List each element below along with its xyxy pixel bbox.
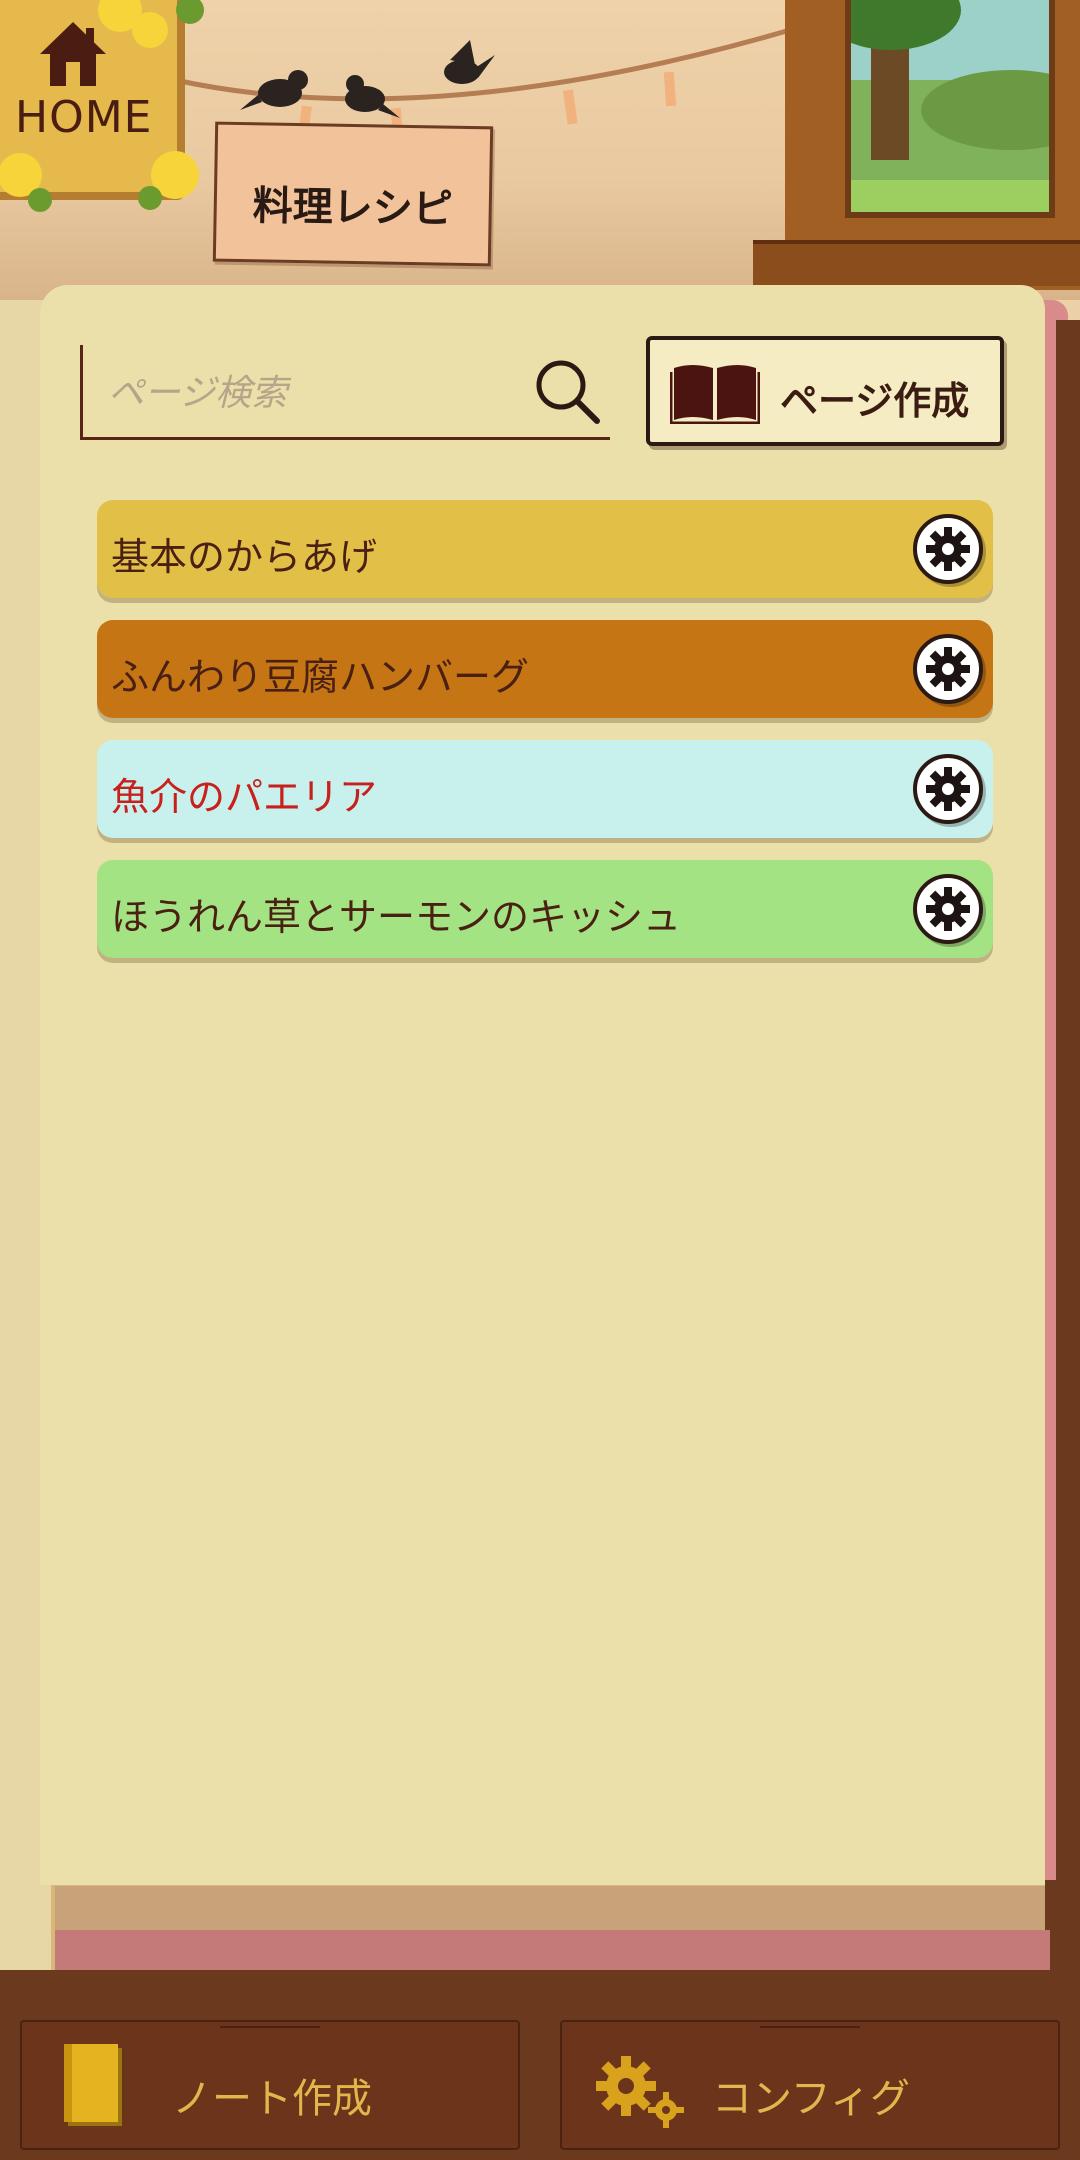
category-sign: 料理レシピ: [212, 121, 494, 267]
create-note-label: ノート作成: [172, 2076, 372, 2122]
list-item[interactable]: 魚介のパエリア: [97, 740, 993, 838]
gear-icon: [926, 767, 970, 811]
window-sill: [753, 240, 1080, 286]
config-button[interactable]: コンフィグ: [560, 2020, 1060, 2150]
config-label: コンフィグ: [712, 2076, 910, 2122]
bottom-bar: ノート作成 コンフィグ: [0, 2000, 1080, 2160]
header-scene: HOME 料理レシピ: [0, 0, 1080, 300]
settings-button[interactable]: [913, 874, 983, 944]
create-note-button[interactable]: ノート作成: [20, 2020, 520, 2150]
gear-icon: [926, 647, 970, 691]
open-book-icon: [670, 365, 760, 424]
search-icon[interactable]: [533, 357, 603, 427]
search-bar: [80, 345, 610, 440]
gear-icon: [926, 527, 970, 571]
list-item[interactable]: ふんわり豆腐ハンバーグ: [97, 620, 993, 718]
settings-button[interactable]: [913, 514, 983, 584]
recipe-title: ふんわり豆腐ハンバーグ: [111, 655, 530, 699]
gear-icon: [926, 887, 970, 931]
list-item[interactable]: ほうれん草とサーモンのキッシュ: [97, 860, 993, 958]
search-input[interactable]: [108, 363, 508, 423]
recipe-title: 基本のからあげ: [111, 535, 378, 579]
category-title: 料理レシピ: [252, 183, 454, 233]
recipe-title: 魚介のパエリア: [111, 775, 378, 819]
recipe-title: ほうれん草とサーモンのキッシュ: [111, 895, 682, 939]
notebook-icon: [64, 2044, 122, 2126]
create-page-button[interactable]: ページ作成: [646, 336, 1004, 446]
list-item[interactable]: 基本のからあげ: [97, 500, 993, 598]
settings-button[interactable]: [913, 634, 983, 704]
flower-decoration: [0, 0, 204, 212]
bird-icon: [240, 40, 495, 118]
gears-icon: [596, 2056, 684, 2128]
recipe-list: 基本のからあげ ふんわり豆腐ハンバーグ 魚介のパエリア ほうれん草とサーモンのキ…: [97, 500, 993, 980]
create-page-label: ページ作成: [780, 379, 970, 423]
settings-button[interactable]: [913, 754, 983, 824]
